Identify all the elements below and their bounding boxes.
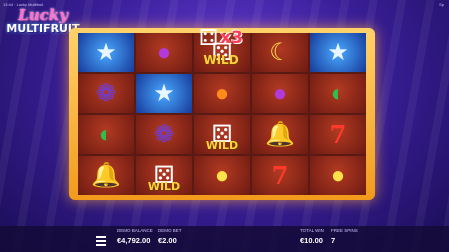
plum-icon: ●: [272, 79, 288, 107]
reel-cell: ◐: [310, 74, 366, 113]
multiplier-text: x3: [220, 28, 243, 48]
star-icon: ★: [327, 38, 349, 66]
watermelon-icon: ◐: [98, 120, 114, 148]
plum-icon: ●: [156, 38, 172, 66]
lemon-icon: ●: [330, 161, 346, 189]
reel-cell: ●: [136, 33, 192, 72]
reel-cell: ★: [78, 33, 134, 72]
seven-icon: 7: [271, 160, 289, 190]
menu-button[interactable]: [96, 236, 106, 246]
bell-icon: 🔔: [265, 120, 295, 148]
total-win-label: TOTAL WIN: [300, 228, 324, 233]
dice-icon: ⚃: [199, 25, 219, 50]
grapes-icon: ❁: [95, 79, 117, 107]
multiplier-badge: ⚃ x3: [196, 21, 246, 55]
demo-bet-label: DEMO BET: [158, 228, 182, 233]
grapes-icon: ❁: [153, 120, 175, 148]
free-spins-value: 7: [331, 236, 336, 245]
banana-icon: ☾: [269, 38, 291, 66]
demo-balance-value: €4,792.00: [117, 236, 151, 245]
reel-cell: ★: [310, 33, 366, 72]
seven-icon: 7: [329, 119, 347, 149]
bottom-bar: [0, 226, 449, 252]
orange-icon: ●: [214, 79, 230, 107]
top-badge: Sp: [439, 2, 444, 7]
reel-cell: ●: [310, 156, 366, 195]
free-spins-label: FREE SPINS: [331, 228, 358, 233]
reel-cell: 7: [252, 156, 308, 195]
reel-cell: 🔔: [78, 156, 134, 195]
reel-cell: ●: [194, 156, 250, 195]
lemon-icon: ●: [214, 161, 230, 189]
demo-balance-label: DEMO BALANCE: [117, 228, 153, 233]
watermelon-icon: ◐: [330, 79, 346, 107]
reel-cell: ❁: [136, 115, 192, 154]
reel-cell: 🔔: [252, 115, 308, 154]
reel-cell: ❁: [78, 74, 134, 113]
reel-cell: ◐: [78, 115, 134, 154]
reel-cell: 7: [310, 115, 366, 154]
star-icon: ★: [153, 79, 175, 107]
reel-cell: ●: [194, 74, 250, 113]
bell-icon: 🔔: [91, 161, 121, 189]
multiplier-wild-label: WILD: [203, 53, 239, 67]
reel-cell: ★: [136, 74, 192, 113]
reel-cell: ⚄ WILD: [136, 156, 192, 195]
wild-label: WILD: [205, 139, 239, 152]
demo-bet-value: €2.00: [158, 236, 177, 245]
wild-label: WILD: [147, 180, 181, 193]
reel-cell: ⚄ WILD: [194, 115, 250, 154]
star-icon: ★: [95, 38, 117, 66]
reel-cell: ●: [252, 74, 308, 113]
reel-cell: ☾: [252, 33, 308, 72]
total-win-value: €10.00: [300, 236, 323, 245]
